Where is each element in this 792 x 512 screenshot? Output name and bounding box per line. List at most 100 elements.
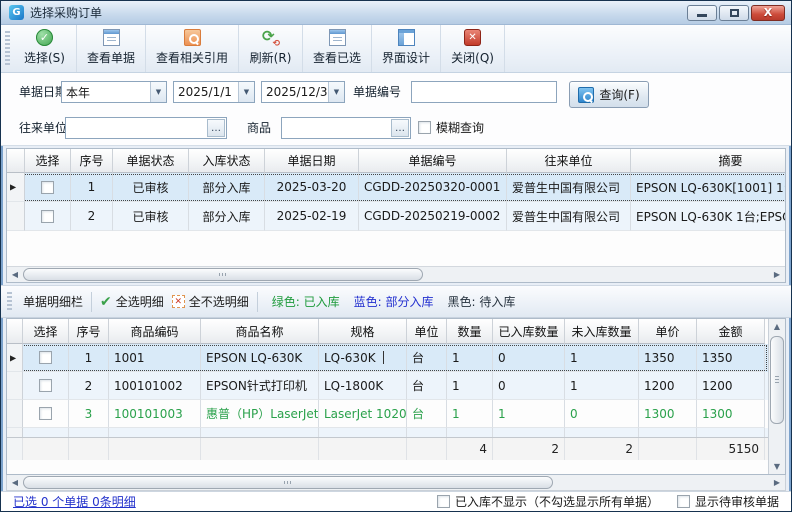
detail-horizontal-scrollbar[interactable]: ◀ ▶ [6,475,786,491]
minimize-button[interactable] [687,5,717,21]
vendor-input[interactable]: … [65,117,227,139]
vendor-label: 往来单位 [19,117,67,139]
search-icon [578,87,594,103]
detail-toolbar-grip[interactable] [7,292,12,312]
column-header[interactable]: 金额 [697,319,765,344]
close-icon: X [764,7,772,18]
table-row[interactable]: 1 1001 EPSON LQ-630K LQ-630K 台 1 0 1 135… [7,344,768,372]
toolbar-grip[interactable] [5,31,10,66]
doc-no-label: 单据编号 [353,81,401,103]
scroll-left-icon[interactable]: ◀ [7,475,23,490]
deselect-all-details-button[interactable]: 全不选明细 [172,293,249,310]
column-header[interactable]: 序号 [69,319,109,344]
row-select-checkbox[interactable] [41,210,54,223]
column-header[interactable]: 规格 [319,319,407,344]
column-header[interactable]: 数量 [447,319,493,344]
filter-panel: 单据日期 本年▼ 2025/1/1▼ 2025/12/31▼ 单据编号 查询(F… [1,73,791,146]
toolbar-buttons: ✓ 选择(S) ✓ 查看单据 ✓ 查看相关引用 ✓ 刷新(R) [13,25,505,72]
column-header[interactable]: 单据状态 [113,149,189,173]
scroll-right-icon[interactable]: ▶ [769,267,785,282]
chevron-down-icon[interactable]: ▼ [328,82,344,102]
total-out-qty: 2 [565,438,639,460]
view-references-button[interactable]: ✓ 查看相关引用 [146,25,239,72]
maximize-button[interactable] [719,5,749,21]
fuzzy-search-checkbox[interactable] [418,121,431,134]
main-toolbar: ✓ 选择(S) ✓ 查看单据 ✓ 查看相关引用 ✓ 刷新(R) [1,25,791,73]
current-row-indicator [7,202,25,231]
column-header[interactable]: 单据编号 [359,149,507,173]
chevron-down-icon[interactable]: ▼ [238,82,254,102]
total-qty: 4 [447,438,493,460]
select-button[interactable]: ✓ 选择(S) [13,25,77,72]
detail-vertical-scrollbar[interactable]: ▲ ▼ [768,319,785,474]
scroll-right-icon[interactable]: ▶ [769,475,785,490]
column-header[interactable]: 单价 [639,319,697,344]
view-document-button[interactable]: ✓ 查看单据 [77,25,146,72]
close-window-button[interactable]: X [751,5,785,21]
row-select-checkbox[interactable] [41,181,54,194]
app-logo-icon: G [9,5,24,20]
column-header[interactable]: 序号 [71,149,113,173]
column-header[interactable]: 单据日期 [265,149,359,173]
title-bar[interactable]: G 选择采购订单 X [1,1,791,25]
selection-summary-link[interactable]: 已选 0 个单据 0条明细 [13,493,136,510]
detail-panel-title: 单据明细栏 [23,293,83,310]
product-input[interactable]: … [281,117,411,139]
column-header[interactable]: 商品名称 [201,319,319,344]
column-header[interactable]: 未入库数量 [565,319,639,344]
scroll-left-icon[interactable]: ◀ [7,267,23,282]
column-header[interactable]: 单位 [407,319,447,344]
row-select-checkbox[interactable] [39,379,52,392]
current-row-indicator [7,372,23,400]
product-browse-button[interactable]: … [391,119,409,137]
column-header[interactable]: 选择 [25,149,71,173]
close-button[interactable]: ✓ 关闭(Q) [441,25,505,72]
fuzzy-search-label: 模糊查询 [436,119,484,136]
current-row-indicator [7,173,25,202]
hide-stocked-checkbox[interactable] [437,495,450,508]
doc-no-input[interactable] [411,81,557,103]
ui-design-button[interactable]: ✓ 界面设计 [372,25,441,72]
column-header[interactable]: 往来单位 [507,149,631,173]
column-header[interactable]: 商品编码 [109,319,201,344]
summary-row: 4 2 2 5150 [7,437,768,460]
orders-rows: 1 已审核 部分入库 2025-03-20 CGDD-20250320-0001… [7,173,785,231]
uncheck-icon [172,295,185,308]
orders-table: 选择 序号 单据状态 入库状态 单据日期 单据编号 往来单位 摘要 1 [6,148,786,283]
row-select-checkbox[interactable] [39,351,52,364]
column-header[interactable]: 入库状态 [189,149,265,173]
product-label: 商品 [247,117,271,139]
view-selected-button[interactable]: ✓ 查看已选 [303,25,372,72]
check-icon: ✔ [100,294,112,310]
row-select-checkbox[interactable] [39,407,52,420]
show-unaudited-label: 显示待审核单据 [695,493,779,510]
date-from-select[interactable]: 2025/1/1▼ [173,81,255,103]
show-unaudited-checkbox[interactable] [677,495,690,508]
vendor-browse-button[interactable]: … [207,119,225,137]
scroll-down-icon[interactable]: ▼ [769,459,785,474]
search-orange-icon: ✓ [184,29,201,46]
column-header[interactable]: 摘要 [631,149,785,173]
query-button[interactable]: 查询(F) [569,81,649,108]
scroll-up-icon[interactable]: ▲ [769,319,785,334]
date-to-select[interactable]: 2025/12/31▼ [261,81,345,103]
table-row[interactable]: 2 已审核 部分入库 2025-02-19 CGDD-20250219-0002… [7,202,785,231]
refresh-icon: ✓ [262,29,279,46]
legend-item: 黑色: 待入库 [448,293,516,310]
refresh-button[interactable]: ✓ 刷新(R) [239,25,303,72]
date-preset-select[interactable]: 本年▼ [61,81,167,103]
document-check-icon: ✓ [329,29,346,46]
minimize-icon [697,14,707,17]
table-row[interactable]: 1 已审核 部分入库 2025-03-20 CGDD-20250320-0001… [7,173,785,202]
table-row[interactable]: 3 100101003 惠普（HP）LaserJet LaserJet 1020… [7,400,768,428]
orders-horizontal-scrollbar[interactable]: ◀ ▶ [7,266,785,282]
status-color-legend: 绿色: 已入库 蓝色: 部分入库 黑色: 待入库 [272,293,516,310]
chevron-down-icon[interactable]: ▼ [150,82,166,102]
maximize-icon [730,9,739,17]
column-header[interactable]: 选择 [23,319,69,344]
select-all-details-button[interactable]: ✔ 全选明细 [100,293,164,310]
column-header[interactable]: 已入库数量 [493,319,565,344]
dialog-window: G 选择采购订单 X ✓ 选择(S) ✓ 查看单据 [0,0,792,512]
table-row[interactable]: 2 100101002 EPSON针式打印机 LQ-1800K 台 1 0 1 … [7,372,768,400]
close-red-icon: ✓ [464,29,481,46]
